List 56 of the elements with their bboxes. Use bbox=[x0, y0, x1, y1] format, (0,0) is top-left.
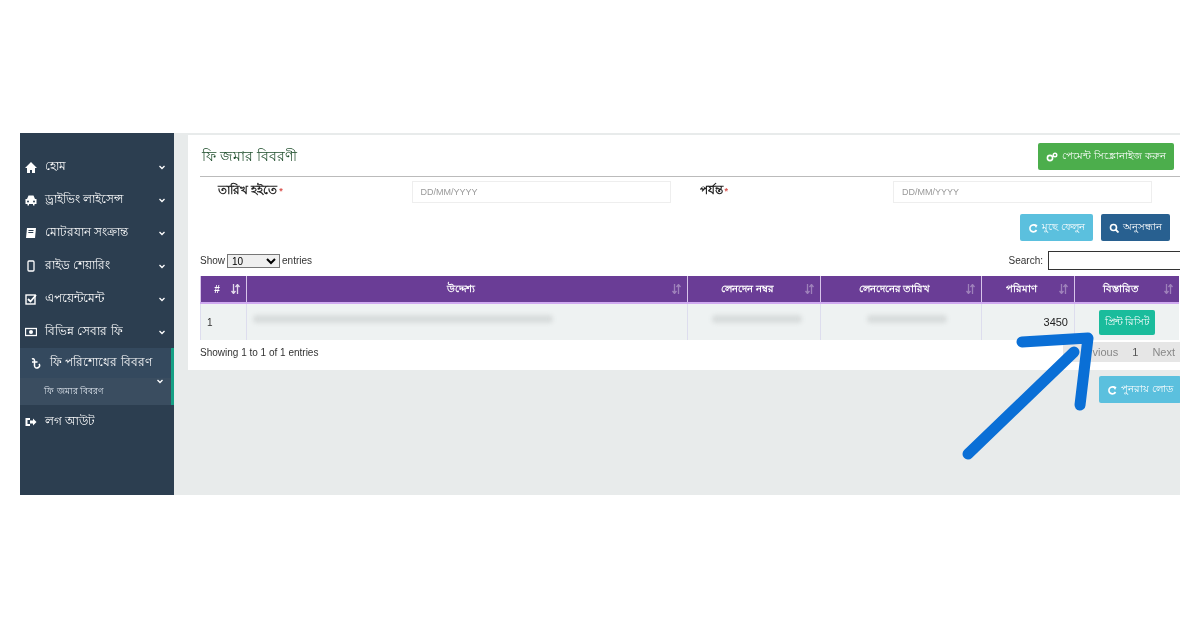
sort-ascending-icon bbox=[231, 284, 240, 294]
caret-icon bbox=[158, 262, 166, 269]
phone-icon bbox=[25, 259, 37, 272]
sidebar-item[interactable]: হোম bbox=[20, 150, 174, 183]
gears-icon bbox=[1046, 151, 1059, 162]
column-header[interactable]: বিস্তারিত bbox=[1074, 276, 1179, 303]
banknote-icon bbox=[25, 325, 37, 338]
home-icon bbox=[25, 160, 37, 173]
taka-icon bbox=[30, 357, 42, 369]
column-header[interactable]: লেনদেন নম্বর bbox=[687, 276, 821, 303]
sidebar-item[interactable]: লগ আউট bbox=[20, 405, 174, 438]
required-mark: * bbox=[724, 186, 728, 196]
sidebar-item[interactable]: ড্রাইভিং লাইসেন্স bbox=[20, 183, 174, 216]
field-label: পর্যন্ত bbox=[699, 183, 723, 197]
entries-label: entries bbox=[282, 255, 313, 266]
caret-icon bbox=[158, 328, 166, 335]
caret-icon bbox=[158, 229, 166, 236]
amount-cell: 3450 bbox=[1043, 316, 1068, 328]
sidebar-item[interactable]: এপয়েন্টমেন্ট bbox=[20, 282, 174, 315]
column-header[interactable]: লেনদেনের তারিখ bbox=[820, 276, 982, 303]
caret-icon bbox=[158, 163, 166, 170]
refresh-icon bbox=[1028, 222, 1039, 233]
column-header[interactable]: পরিমাণ bbox=[981, 276, 1075, 303]
page-title: ফি জমার বিবরণী bbox=[202, 147, 297, 166]
sidebar-item[interactable]: রাইড শেয়ারিং bbox=[20, 249, 174, 282]
pagination-link[interactable]: 1 bbox=[1132, 346, 1139, 358]
column-header[interactable]: উদ্দেশ্য bbox=[246, 276, 688, 303]
submenu-item[interactable]: ফি জমার বিবরণ bbox=[20, 378, 174, 405]
logout-icon bbox=[25, 415, 37, 428]
field-label: তারিখ হইতে bbox=[218, 183, 278, 197]
sort-icon bbox=[966, 284, 975, 294]
search-label: Search: bbox=[1008, 255, 1043, 266]
search-field[interactable] bbox=[1048, 251, 1180, 270]
table-cell: 1 bbox=[207, 317, 213, 328]
search-button[interactable]: অনুসন্ধান bbox=[1101, 214, 1170, 241]
caret-down-icon bbox=[155, 378, 164, 384]
required-mark: * bbox=[279, 186, 283, 196]
sort-icon bbox=[805, 284, 814, 294]
date-field[interactable]: DD/MM/YYYY bbox=[893, 181, 1152, 203]
table-info: Showing 1 to 1 of 1 entries bbox=[200, 346, 319, 358]
refresh-icon bbox=[1107, 384, 1118, 395]
sidebar-item[interactable]: বিভিন্ন সেবার ফি bbox=[20, 315, 174, 348]
search-icon bbox=[1109, 222, 1119, 233]
show-label: Show bbox=[200, 255, 225, 266]
sort-icon bbox=[1164, 284, 1173, 294]
book-icon bbox=[25, 226, 37, 239]
sort-icon bbox=[672, 284, 681, 294]
column-header[interactable]: # bbox=[200, 276, 247, 303]
car-icon bbox=[25, 193, 37, 206]
sidebar-item[interactable]: মোটরযান সংক্রান্ত bbox=[20, 216, 174, 249]
date-field[interactable]: DD/MM/YYYY bbox=[411, 181, 671, 203]
caret-icon bbox=[158, 295, 166, 302]
caret-icon bbox=[158, 196, 166, 203]
sort-icon bbox=[1059, 284, 1068, 294]
checkbox-icon bbox=[25, 292, 37, 305]
page-length-select[interactable]: 10 bbox=[227, 253, 280, 268]
